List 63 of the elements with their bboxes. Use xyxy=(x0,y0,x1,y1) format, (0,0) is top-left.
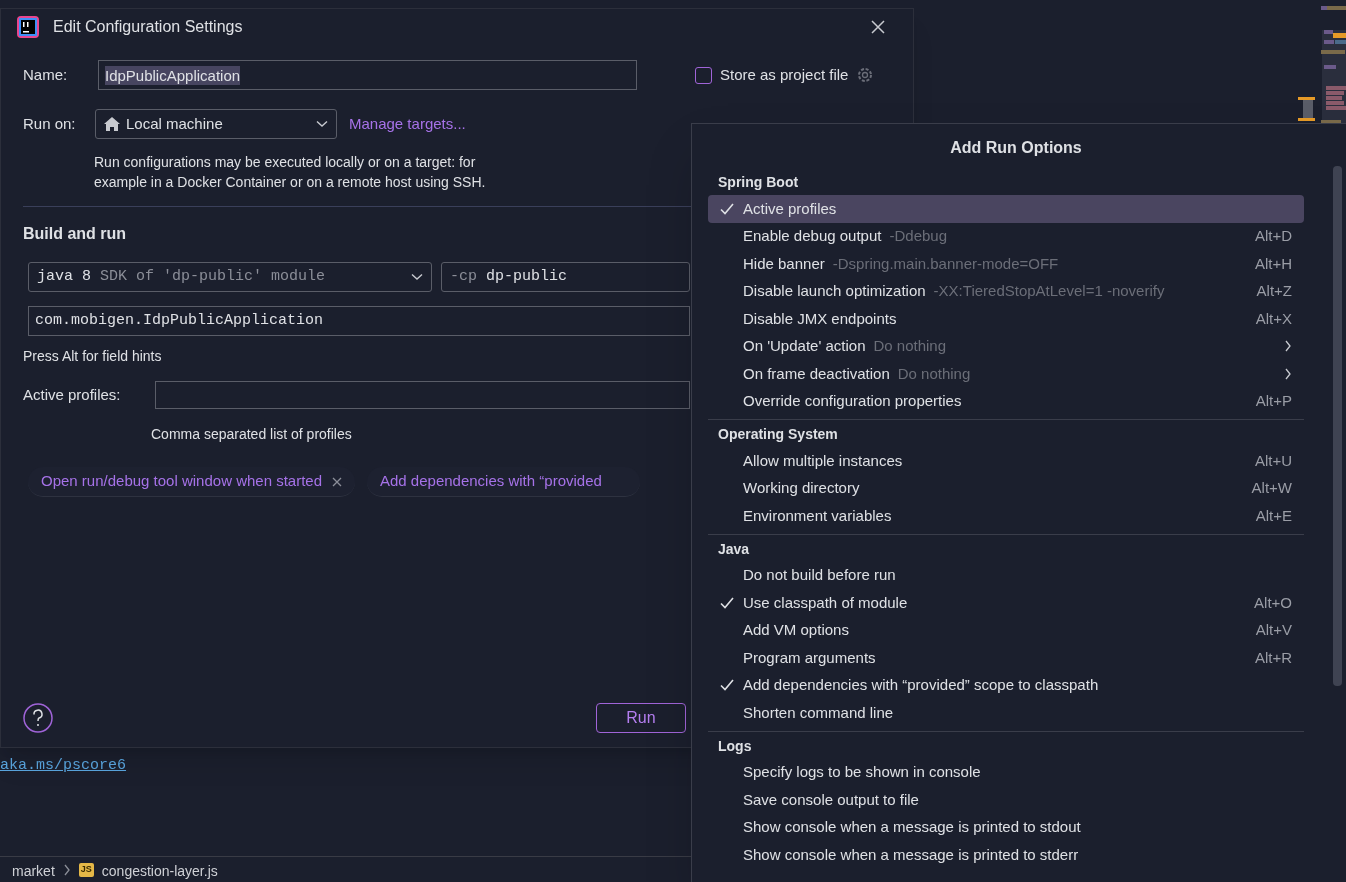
menu-item[interactable]: Show console when a message is printed to stdout xyxy=(708,813,1304,841)
section-header: Logs xyxy=(718,736,753,756)
manage-targets-link[interactable]: Manage targets... xyxy=(349,112,466,136)
chevron-right-icon xyxy=(1284,367,1292,380)
checkbox-label: Store as project file xyxy=(720,64,849,85)
field-label: Name: xyxy=(23,64,69,85)
menu-item[interactable]: Shorten command line xyxy=(708,699,1304,727)
hint-text: Comma separated list of profiles xyxy=(151,425,352,444)
checkmark-icon xyxy=(720,679,734,692)
menu-item[interactable]: Specify logs to be shown in console xyxy=(708,758,1304,786)
menu-item[interactable]: Hide banner -Dspring.main.banner-mode=OFF Alt+H xyxy=(708,250,1304,278)
menu-item[interactable]: On frame deactivation Do nothing xyxy=(708,360,1304,388)
chevron-down-icon xyxy=(316,120,328,128)
checkmark-icon xyxy=(720,202,734,215)
section-title: Build and run xyxy=(23,224,127,244)
description-text: Run configurations may be executed locally or on a target: for example in a Docker Container or on a remote host using SSH. xyxy=(94,153,486,192)
menu-item[interactable]: Use classpath of module Alt+O xyxy=(708,589,1304,617)
name-field[interactable]: IdpPublicApplication xyxy=(98,60,637,90)
remove-icon[interactable] xyxy=(332,476,342,487)
menu-item[interactable]: Active profiles xyxy=(708,195,1304,223)
menu-item[interactable]: Show console when a message is printed to stderr xyxy=(708,841,1304,869)
menu-item[interactable]: Working directory Alt+W xyxy=(708,474,1304,502)
home-icon xyxy=(104,117,120,131)
selected-text: IdpPublicApplication xyxy=(105,65,241,85)
chevron-down-icon xyxy=(411,273,423,281)
menu-item[interactable]: Disable launch optimization -XX:TieredStopAtLevel=1 -noverify Alt+Z xyxy=(708,277,1304,305)
menu-item[interactable]: Environment variables Alt+E xyxy=(708,502,1304,530)
gear-icon[interactable] xyxy=(856,66,875,84)
help-icon[interactable] xyxy=(23,703,53,733)
popup-title: Add Run Options xyxy=(950,138,1082,158)
menu-item[interactable]: Allow multiple instances Alt+U xyxy=(708,447,1304,475)
breadcrumb-item[interactable]: market xyxy=(12,861,55,882)
section-header: Java xyxy=(718,539,751,559)
menu-item[interactable]: Do not build before run xyxy=(708,561,1304,589)
menu-item[interactable]: On 'Update' action Do nothing xyxy=(708,332,1304,360)
chevron-right-icon xyxy=(1284,340,1292,353)
menu-item[interactable]: Save console output to file xyxy=(708,786,1304,814)
link[interactable]: aka.ms/pscore6 xyxy=(0,757,127,774)
menu-item[interactable]: Add VM options Alt+V xyxy=(708,616,1304,644)
checkbox[interactable] xyxy=(695,66,712,84)
chevron-right-icon xyxy=(62,864,71,876)
classpath-field[interactable]: -cp dp-public xyxy=(441,262,690,292)
window-title: Edit Configuration Settings xyxy=(53,17,243,37)
section-header: Operating System xyxy=(718,425,839,444)
section-header: Spring Boot xyxy=(718,173,800,192)
checkmark-icon xyxy=(720,596,734,609)
hint-text: Press Alt for field hints xyxy=(23,347,162,366)
sdk-dropdown[interactable]: java 8 SDK of 'dp-public' module xyxy=(28,262,432,292)
menu-item[interactable]: Disable JMX endpoints Alt+X xyxy=(708,305,1304,333)
menu-item[interactable]: Program arguments Alt+R xyxy=(708,644,1304,672)
close-icon[interactable] xyxy=(871,20,885,34)
run-button[interactable]: Run xyxy=(596,703,686,733)
active-profiles-field[interactable] xyxy=(155,381,690,409)
menu-item[interactable]: Enable debug output -Ddebug Alt+D xyxy=(708,222,1304,250)
field-label: Active profiles: xyxy=(23,384,122,405)
field-label: Run on: xyxy=(23,113,77,134)
menu-item[interactable]: Override configuration properties Alt+P xyxy=(708,387,1304,415)
main-class-field[interactable]: com.mobigen.IdpPublicApplication xyxy=(28,306,690,336)
app-logo-icon xyxy=(17,16,39,38)
breadcrumb-item[interactable]: congestion-layer.js xyxy=(101,861,218,882)
js-file-icon: JS xyxy=(78,863,94,877)
menu-item[interactable]: Add dependencies with “provided” scope to classpath xyxy=(708,671,1304,699)
run-target-dropdown[interactable]: Local machine xyxy=(95,109,337,139)
